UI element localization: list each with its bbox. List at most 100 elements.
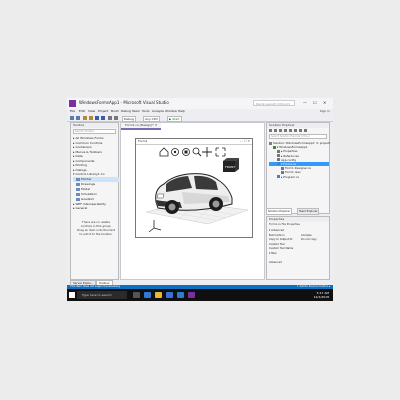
file-icon (277, 175, 280, 178)
form1-window[interactable]: Form1 — ☐ ✕ FRONT (135, 138, 253, 238)
minimize-button[interactable]: — (303, 100, 307, 105)
property-value[interactable]: Do not copy (301, 238, 317, 241)
toolbox-item-label: Drawings (81, 181, 96, 186)
toolbox-panel: Toolbox Search Toolbox ▸ All Windows For… (70, 122, 119, 280)
quick-launch-input[interactable]: Quick Launch (Ctrl+Q) (253, 100, 295, 106)
toolbox-search-input[interactable]: Search Toolbox (73, 129, 116, 134)
mail-icon[interactable] (177, 292, 184, 298)
properties-subtitle: Form1.cs File Properties (269, 223, 300, 226)
undo-icon[interactable] (108, 116, 112, 120)
save-all-icon[interactable] (101, 116, 105, 120)
menu-tools[interactable]: Tools (142, 109, 149, 113)
edge-icon[interactable] (144, 292, 151, 298)
windows-start-icon[interactable] (69, 292, 75, 298)
forward-icon[interactable] (76, 116, 80, 120)
taskbar: Type here to search 5:17 AM 12/1/2018 (67, 289, 333, 301)
toolbox-item-label: Model (81, 186, 91, 191)
car-model-icon (155, 173, 233, 214)
form-title: Form1 (138, 139, 148, 143)
viewcube-icon[interactable]: FRONT (223, 158, 239, 172)
file-icon (277, 149, 280, 153)
home-icon[interactable] (159, 147, 169, 157)
system-tray: 5:17 AM 12/1/2018 (314, 291, 329, 299)
toolbox-list: ▸ All Windows Forms ▸ Common Controls ▸ … (73, 136, 119, 211)
forward-icon[interactable] (274, 129, 277, 132)
solution-explorer-panel: Solution Explorer Search Solution Explor… (266, 122, 331, 214)
property-value[interactable]: Compile (301, 234, 312, 237)
menu-debug[interactable]: Debug (121, 109, 131, 113)
refresh-icon[interactable] (289, 129, 292, 132)
file-icon (281, 170, 284, 174)
toolbox-item-label: Simulation (81, 191, 97, 196)
menu-view[interactable]: View (88, 109, 95, 113)
orbit-icon[interactable] (171, 148, 179, 156)
toolbox-item-goedbid[interactable]: Goedbid (73, 197, 119, 202)
close-button[interactable]: ✕ (323, 100, 326, 105)
menu-edit[interactable]: Edit (79, 109, 85, 113)
tree-item-label: ▸ Program.cs (281, 174, 299, 179)
menu-file[interactable]: File (70, 109, 75, 113)
home-icon[interactable] (279, 129, 282, 132)
back-icon[interactable] (70, 116, 74, 120)
maximize-button[interactable]: ☐ (313, 100, 317, 105)
component-icon (76, 192, 80, 196)
pan-icon[interactable] (202, 147, 212, 157)
zoom-icon[interactable] (192, 147, 202, 157)
task-view-icon[interactable] (133, 292, 140, 298)
zoom-extents-icon[interactable] (215, 147, 226, 157)
tree-item[interactable]: ▸ Program.cs (269, 175, 329, 179)
visual-studio-icon[interactable] (188, 292, 195, 298)
tab-solution-explorer[interactable]: Solution Explorer (266, 208, 293, 215)
toolbar: Debug Any CPU ▶ Start (67, 115, 333, 122)
store-icon[interactable] (166, 292, 173, 298)
menu-analyze[interactable]: Analyze (152, 109, 164, 113)
desktop-screen: WindowsFormsApp1 - Microsoft Visual Stud… (67, 98, 333, 301)
solution-explorer-toolbar (269, 129, 327, 133)
toolbox-item-label: Goedbid (81, 196, 94, 201)
back-icon[interactable] (269, 129, 272, 132)
visual-studio-logo-icon (69, 100, 76, 107)
redo-icon[interactable] (114, 116, 118, 120)
properties-icon[interactable] (304, 129, 307, 132)
3d-model-viewer[interactable]: FRONT (136, 144, 252, 237)
show-all-files-icon[interactable] (299, 129, 302, 132)
file-icon (277, 162, 280, 166)
zoom-window-icon[interactable] (182, 148, 190, 156)
property-name: Copy to Output Di (269, 238, 293, 241)
sync-icon[interactable] (284, 129, 287, 132)
new-project-icon[interactable] (83, 116, 87, 120)
tab-team-explorer[interactable]: Team Explorer (297, 208, 320, 215)
menu-project[interactable]: Project (98, 109, 108, 113)
solution-tree: Solution 'WindowsFormsApp1' (1 project) ▾… (269, 141, 331, 179)
clock-date[interactable]: 12/1/2018 (314, 295, 329, 299)
property-name: ▾ Advanced (269, 229, 284, 232)
file-explorer-icon[interactable] (155, 292, 162, 298)
file-icon (269, 141, 272, 145)
property-name: ▾ Misc (269, 251, 277, 255)
taskbar-search-input[interactable]: Type here to search (77, 291, 127, 299)
property-name: Build Action (269, 233, 285, 237)
pointer-icon (76, 177, 80, 181)
toolbox-group-general[interactable]: ▸ General (73, 206, 119, 211)
menu-team[interactable]: Team (132, 109, 140, 113)
property-name: Advanced (269, 260, 282, 264)
sign-in-link[interactable]: Sign in (320, 109, 330, 113)
window-title: WindowsFormsApp1 - Microsoft Visual Stud… (79, 100, 169, 105)
toolbox-item-label: Pointer (81, 176, 92, 181)
file-icon (277, 154, 280, 158)
property-name: Custom Tool (269, 242, 285, 246)
right-panels: Solution Explorer Search Solution Explor… (266, 122, 331, 280)
solution-explorer-tabs: Solution Explorer Team Explorer (266, 208, 330, 215)
file-icon (273, 145, 276, 149)
menu-window[interactable]: Window (165, 109, 177, 113)
menu-help[interactable]: Help (178, 109, 185, 113)
visual-studio-window: WindowsFormsApp1 - Microsoft Visual Stud… (67, 98, 333, 287)
component-icon (76, 197, 80, 201)
save-icon[interactable] (95, 116, 99, 120)
open-icon[interactable] (89, 116, 93, 120)
solution-explorer-search-input[interactable]: Search Solution Explorer (Ctrl+;) (269, 134, 327, 139)
document-tab-form1-design[interactable]: Form1.cs [Design]* ✕ (121, 123, 162, 130)
design-surface: Form1 — ☐ ✕ FRONT (121, 130, 264, 279)
menu-build[interactable]: Build (111, 109, 119, 113)
collapse-all-icon[interactable] (294, 129, 297, 132)
